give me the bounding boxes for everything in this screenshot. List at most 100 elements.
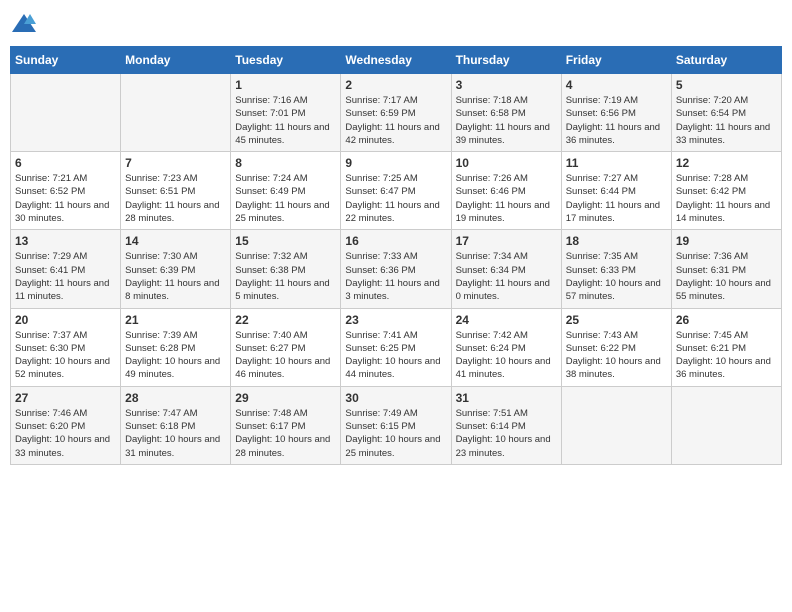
day-info: Sunrise: 7:49 AM Sunset: 6:15 PM Dayligh…	[345, 407, 446, 460]
day-info: Sunrise: 7:26 AM Sunset: 6:46 PM Dayligh…	[456, 172, 557, 225]
day-info: Sunrise: 7:28 AM Sunset: 6:42 PM Dayligh…	[676, 172, 777, 225]
day-info: Sunrise: 7:23 AM Sunset: 6:51 PM Dayligh…	[125, 172, 226, 225]
day-info: Sunrise: 7:29 AM Sunset: 6:41 PM Dayligh…	[15, 250, 116, 303]
calendar-cell: 24 Sunrise: 7:42 AM Sunset: 6:24 PM Dayli…	[451, 308, 561, 386]
day-number: 17	[456, 234, 557, 248]
week-row-5: 27 Sunrise: 7:46 AM Sunset: 6:20 PM Dayli…	[11, 386, 782, 464]
day-number: 3	[456, 78, 557, 92]
calendar-cell: 16Sunrise: 7:33 AM Sunset: 6:36 PM Dayli…	[341, 230, 451, 308]
calendar-cell: 3 Sunrise: 7:18 AM Sunset: 6:58 PM Daylig…	[451, 74, 561, 152]
calendar-cell: 5 Sunrise: 7:20 AM Sunset: 6:54 PM Daylig…	[671, 74, 781, 152]
week-row-4: 20Sunrise: 7:37 AM Sunset: 6:30 PM Dayli…	[11, 308, 782, 386]
day-info: Sunrise: 7:18 AM Sunset: 6:58 PM Dayligh…	[456, 94, 557, 147]
day-number: 22	[235, 313, 336, 327]
day-info: Sunrise: 7:43 AM Sunset: 6:22 PM Dayligh…	[566, 329, 667, 382]
calendar-cell: 23Sunrise: 7:41 AM Sunset: 6:25 PM Dayli…	[341, 308, 451, 386]
day-number: 26	[676, 313, 777, 327]
calendar-cell	[11, 74, 121, 152]
calendar-cell: 25 Sunrise: 7:43 AM Sunset: 6:22 PM Dayli…	[561, 308, 671, 386]
day-info: Sunrise: 7:21 AM Sunset: 6:52 PM Dayligh…	[15, 172, 116, 225]
calendar-cell: 22 Sunrise: 7:40 AM Sunset: 6:27 PM Dayli…	[231, 308, 341, 386]
day-number: 27	[15, 391, 116, 405]
logo	[10, 10, 40, 38]
day-info: Sunrise: 7:32 AM Sunset: 6:38 PM Dayligh…	[235, 250, 336, 303]
day-header-thursday: Thursday	[451, 47, 561, 74]
day-number: 1	[235, 78, 336, 92]
day-number: 7	[125, 156, 226, 170]
day-number: 6	[15, 156, 116, 170]
day-header-saturday: Saturday	[671, 47, 781, 74]
calendar-cell: 14 Sunrise: 7:30 AM Sunset: 6:39 PM Dayli…	[121, 230, 231, 308]
calendar-cell: 8 Sunrise: 7:24 AM Sunset: 6:49 PM Daylig…	[231, 152, 341, 230]
day-number: 2	[345, 78, 446, 92]
calendar-cell: 2 Sunrise: 7:17 AM Sunset: 6:59 PM Daylig…	[341, 74, 451, 152]
calendar-cell: 27 Sunrise: 7:46 AM Sunset: 6:20 PM Dayli…	[11, 386, 121, 464]
calendar-cell: 17 Sunrise: 7:34 AM Sunset: 6:34 PM Dayli…	[451, 230, 561, 308]
day-number: 11	[566, 156, 667, 170]
day-header-monday: Monday	[121, 47, 231, 74]
calendar-cell	[561, 386, 671, 464]
day-number: 10	[456, 156, 557, 170]
calendar-cell: 7 Sunrise: 7:23 AM Sunset: 6:51 PM Daylig…	[121, 152, 231, 230]
calendar-cell: 10 Sunrise: 7:26 AM Sunset: 6:46 PM Dayli…	[451, 152, 561, 230]
calendar-table: SundayMondayTuesdayWednesdayThursdayFrid…	[10, 46, 782, 465]
calendar-cell: 11 Sunrise: 7:27 AM Sunset: 6:44 PM Dayli…	[561, 152, 671, 230]
day-number: 24	[456, 313, 557, 327]
logo-icon	[10, 10, 38, 38]
day-number: 13	[15, 234, 116, 248]
day-number: 5	[676, 78, 777, 92]
day-number: 28	[125, 391, 226, 405]
day-info: Sunrise: 7:25 AM Sunset: 6:47 PM Dayligh…	[345, 172, 446, 225]
day-number: 12	[676, 156, 777, 170]
day-info: Sunrise: 7:20 AM Sunset: 6:54 PM Dayligh…	[676, 94, 777, 147]
day-info: Sunrise: 7:48 AM Sunset: 6:17 PM Dayligh…	[235, 407, 336, 460]
day-info: Sunrise: 7:40 AM Sunset: 6:27 PM Dayligh…	[235, 329, 336, 382]
day-info: Sunrise: 7:51 AM Sunset: 6:14 PM Dayligh…	[456, 407, 557, 460]
day-info: Sunrise: 7:37 AM Sunset: 6:30 PM Dayligh…	[15, 329, 116, 382]
header-row: SundayMondayTuesdayWednesdayThursdayFrid…	[11, 47, 782, 74]
calendar-cell: 13 Sunrise: 7:29 AM Sunset: 6:41 PM Dayli…	[11, 230, 121, 308]
day-number: 18	[566, 234, 667, 248]
day-info: Sunrise: 7:17 AM Sunset: 6:59 PM Dayligh…	[345, 94, 446, 147]
day-info: Sunrise: 7:19 AM Sunset: 6:56 PM Dayligh…	[566, 94, 667, 147]
calendar-cell: 29 Sunrise: 7:48 AM Sunset: 6:17 PM Dayli…	[231, 386, 341, 464]
day-info: Sunrise: 7:24 AM Sunset: 6:49 PM Dayligh…	[235, 172, 336, 225]
calendar-cell: 20Sunrise: 7:37 AM Sunset: 6:30 PM Dayli…	[11, 308, 121, 386]
day-info: Sunrise: 7:27 AM Sunset: 6:44 PM Dayligh…	[566, 172, 667, 225]
day-info: Sunrise: 7:42 AM Sunset: 6:24 PM Dayligh…	[456, 329, 557, 382]
calendar-cell: 4 Sunrise: 7:19 AM Sunset: 6:56 PM Daylig…	[561, 74, 671, 152]
calendar-cell	[671, 386, 781, 464]
day-number: 8	[235, 156, 336, 170]
day-number: 19	[676, 234, 777, 248]
day-info: Sunrise: 7:33 AM Sunset: 6:36 PM Dayligh…	[345, 250, 446, 303]
day-number: 29	[235, 391, 336, 405]
day-info: Sunrise: 7:46 AM Sunset: 6:20 PM Dayligh…	[15, 407, 116, 460]
calendar-cell: 9 Sunrise: 7:25 AM Sunset: 6:47 PM Daylig…	[341, 152, 451, 230]
day-info: Sunrise: 7:30 AM Sunset: 6:39 PM Dayligh…	[125, 250, 226, 303]
day-info: Sunrise: 7:41 AM Sunset: 6:25 PM Dayligh…	[345, 329, 446, 382]
calendar-cell: 6 Sunrise: 7:21 AM Sunset: 6:52 PM Daylig…	[11, 152, 121, 230]
day-info: Sunrise: 7:34 AM Sunset: 6:34 PM Dayligh…	[456, 250, 557, 303]
day-header-friday: Friday	[561, 47, 671, 74]
day-number: 14	[125, 234, 226, 248]
calendar-cell: 18 Sunrise: 7:35 AM Sunset: 6:33 PM Dayli…	[561, 230, 671, 308]
calendar-cell: 1Sunrise: 7:16 AM Sunset: 7:01 PM Daylig…	[231, 74, 341, 152]
day-number: 30	[345, 391, 446, 405]
day-info: Sunrise: 7:39 AM Sunset: 6:28 PM Dayligh…	[125, 329, 226, 382]
calendar-cell: 12 Sunrise: 7:28 AM Sunset: 6:42 PM Dayli…	[671, 152, 781, 230]
day-number: 25	[566, 313, 667, 327]
week-row-3: 13 Sunrise: 7:29 AM Sunset: 6:41 PM Dayli…	[11, 230, 782, 308]
page-header	[10, 10, 782, 38]
day-number: 9	[345, 156, 446, 170]
calendar-cell: 21Sunrise: 7:39 AM Sunset: 6:28 PM Dayli…	[121, 308, 231, 386]
calendar-cell	[121, 74, 231, 152]
day-number: 4	[566, 78, 667, 92]
calendar-cell: 19Sunrise: 7:36 AM Sunset: 6:31 PM Dayli…	[671, 230, 781, 308]
day-number: 31	[456, 391, 557, 405]
day-info: Sunrise: 7:45 AM Sunset: 6:21 PM Dayligh…	[676, 329, 777, 382]
day-number: 15	[235, 234, 336, 248]
calendar-cell: 30 Sunrise: 7:49 AM Sunset: 6:15 PM Dayli…	[341, 386, 451, 464]
week-row-1: 1Sunrise: 7:16 AM Sunset: 7:01 PM Daylig…	[11, 74, 782, 152]
day-info: Sunrise: 7:35 AM Sunset: 6:33 PM Dayligh…	[566, 250, 667, 303]
day-info: Sunrise: 7:47 AM Sunset: 6:18 PM Dayligh…	[125, 407, 226, 460]
